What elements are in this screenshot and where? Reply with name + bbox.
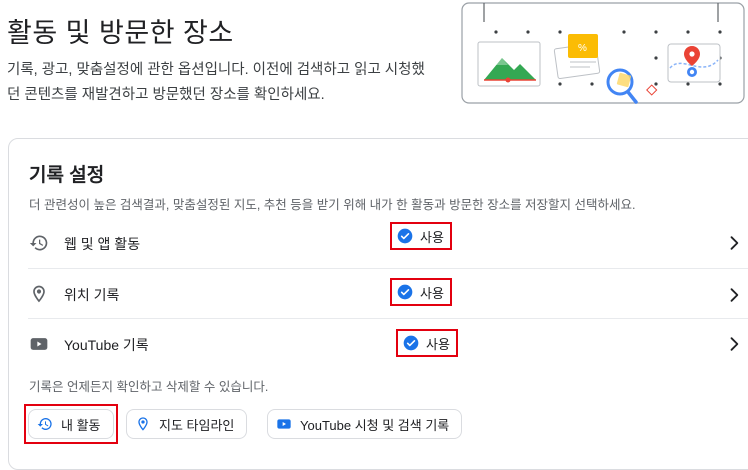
status-label: 사용 <box>426 336 450 352</box>
chip-label: 지도 타임라인 <box>159 417 235 433</box>
history-row-youtube-history[interactable]: YouTube 기록 사용 <box>9 319 748 369</box>
chip-label: YouTube 시청 및 검색 기록 <box>300 417 450 433</box>
location-pin-icon <box>138 417 148 431</box>
section-description: 더 관련성이 높은 검색결과, 맞춤설정된 지도, 추천 등을 받기 위해 내가… <box>29 198 636 212</box>
youtube-history-button[interactable]: YouTube 시청 및 검색 기록 <box>267 409 463 439</box>
check-circle-icon <box>403 335 419 351</box>
chevron-right-icon <box>730 288 739 302</box>
row-label: 웹 및 앱 활동 <box>64 236 141 252</box>
activity-illustration: % <box>461 2 745 104</box>
page-title: 활동 및 방문한 장소 <box>7 18 234 48</box>
page-description: 기록, 광고, 맞춤설정에 관한 옵션입니다. 이전에 검색하고 읽고 시청했던… <box>7 62 425 103</box>
status-badge: 사용 <box>390 278 452 306</box>
history-icon <box>37 418 52 430</box>
location-pin-icon <box>33 285 45 303</box>
chevron-right-icon <box>730 236 739 250</box>
youtube-icon <box>30 338 48 350</box>
history-row-web-app-activity[interactable]: 웹 및 앱 활동 사용 <box>9 218 748 268</box>
check-circle-icon <box>397 228 413 244</box>
history-icon <box>29 235 48 251</box>
row-label: YouTube 기록 <box>64 337 149 353</box>
history-footnote: 기록은 언제든지 확인하고 삭제할 수 있습니다. <box>29 380 269 394</box>
status-badge: 사용 <box>390 222 452 250</box>
youtube-icon <box>277 419 291 429</box>
status-label: 사용 <box>420 285 444 301</box>
svg-text:%: % <box>578 43 587 54</box>
chevron-right-icon <box>730 337 739 351</box>
chip-label: 내 활동 <box>61 417 101 433</box>
status-label: 사용 <box>420 229 444 245</box>
row-label: 위치 기록 <box>64 287 120 303</box>
check-circle-icon <box>397 284 413 300</box>
section-title: 기록 설정 <box>29 165 105 186</box>
history-row-location-history[interactable]: 위치 기록 사용 <box>9 269 748 319</box>
my-activity-button[interactable]: 내 활동 <box>28 409 114 439</box>
maps-timeline-button[interactable]: 지도 타임라인 <box>126 409 248 439</box>
status-badge: 사용 <box>396 329 458 357</box>
